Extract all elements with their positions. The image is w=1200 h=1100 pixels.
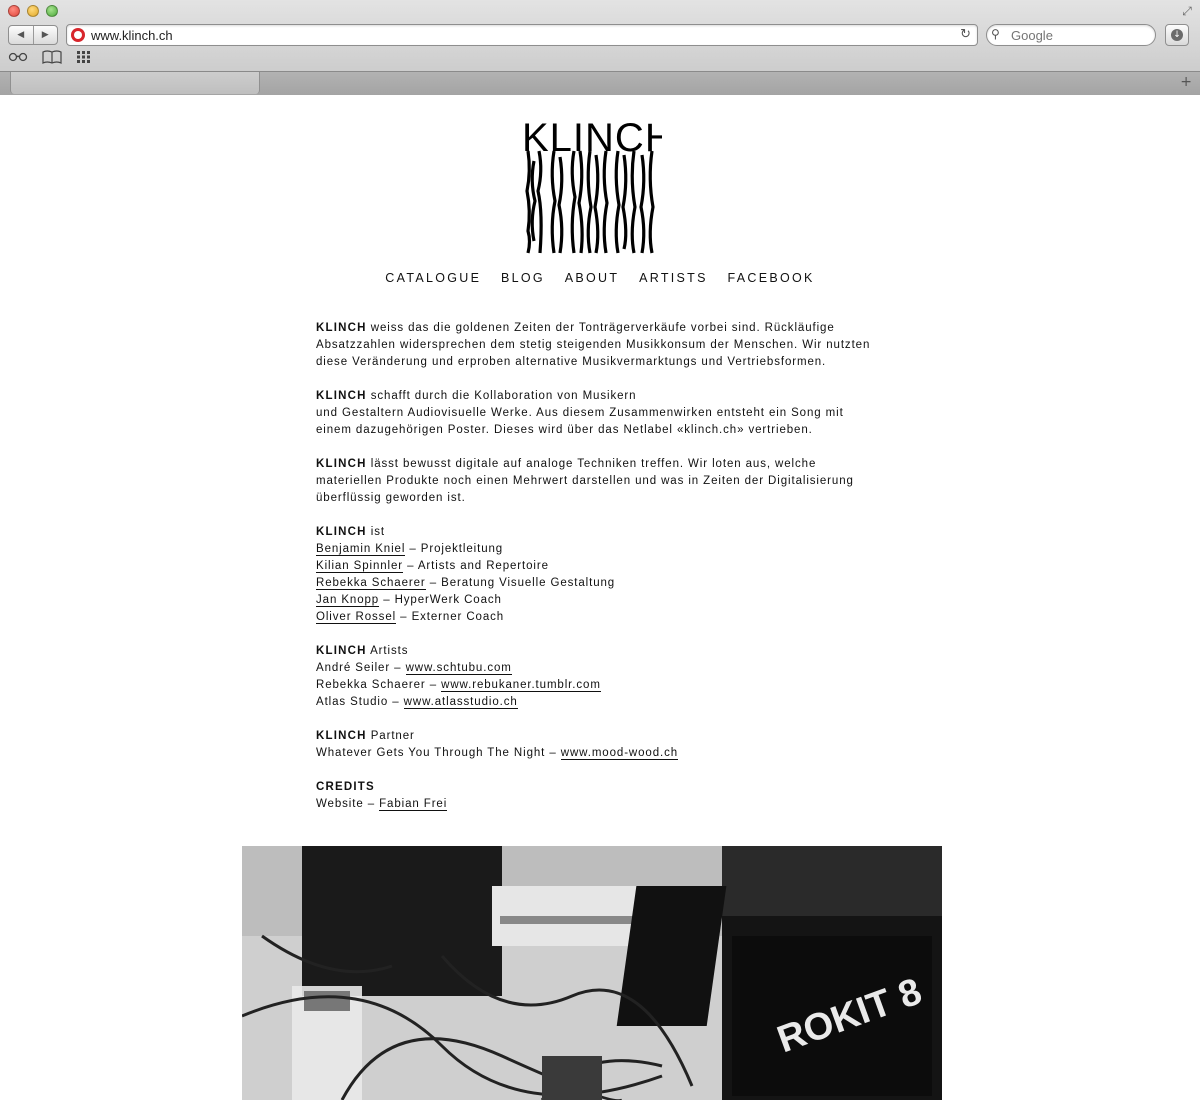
fullscreen-icon[interactable]: ⤢ xyxy=(1180,4,1194,18)
studio-photo: ROKIT 8 xyxy=(242,846,942,1100)
team-member-link[interactable]: Benjamin Kniel xyxy=(316,543,406,556)
credits-author-link[interactable]: Fabian Frei xyxy=(379,798,448,811)
brand-name: KLINCH xyxy=(316,390,367,402)
artist-website-link[interactable]: www.rebukaner.tumblr.com xyxy=(441,679,601,692)
bookmarks-bar xyxy=(8,50,92,66)
brand-name: KLINCH xyxy=(316,645,367,657)
nav-blog[interactable]: BLOG xyxy=(501,271,545,285)
partner-name: Whatever Gets You Through The Night – xyxy=(316,747,561,759)
tab-bar: + xyxy=(0,71,1200,95)
team-member-link[interactable]: Oliver Rossel xyxy=(316,611,397,624)
paragraph-text: schafft durch die Kollaboration von Musi… xyxy=(366,390,637,402)
nav-artists[interactable]: ARTISTS xyxy=(639,271,708,285)
team-member-role: – Projektleitung xyxy=(405,543,504,555)
team-member-link[interactable]: Jan Knopp xyxy=(316,594,380,607)
top-sites-grid-icon[interactable] xyxy=(76,50,92,66)
partner-heading-suffix: Partner xyxy=(366,730,415,742)
nav-facebook[interactable]: FACEBOOK xyxy=(728,271,815,285)
browser-chrome: ⤢ ◀ ▶ www.klinch.ch ↻ ⚲ ↓ + xyxy=(0,0,1200,95)
brand-name: KLINCH xyxy=(316,458,367,470)
minimize-window-button[interactable] xyxy=(27,5,39,17)
partner-website-link[interactable]: www.mood-wood.ch xyxy=(560,747,679,760)
analog-digital-paragraph: KLINCH lässt bewusst digitale auf analog… xyxy=(316,456,876,507)
back-button[interactable]: ◀ xyxy=(9,26,33,44)
credits-label: Website – xyxy=(316,798,380,810)
collaboration-paragraph: KLINCH schafft durch die Kollaboration v… xyxy=(316,388,876,439)
search-input[interactable] xyxy=(1011,28,1147,43)
team-member-link[interactable]: Kilian Spinnler xyxy=(316,560,404,573)
forward-button[interactable]: ▶ xyxy=(32,26,58,44)
credits-heading: CREDITS xyxy=(316,781,375,793)
about-content: KLINCH weiss das die goldenen Zeiten der… xyxy=(316,320,876,830)
zoom-window-button[interactable] xyxy=(46,5,58,17)
paragraph-text: weiss das die goldenen Zeiten der Tonträ… xyxy=(316,322,871,368)
nav-about[interactable]: ABOUT xyxy=(565,271,620,285)
intro-paragraph: KLINCH weiss das die goldenen Zeiten der… xyxy=(316,320,876,371)
paragraph-text: lässt bewusst digitale auf analoge Techn… xyxy=(316,458,854,504)
address-bar[interactable]: www.klinch.ch ↻ xyxy=(66,24,978,46)
credits-section: CREDITS Website – Fabian Frei xyxy=(316,779,876,813)
team-member-role: – Beratung Visuelle Gestaltung xyxy=(425,577,616,589)
artist-name: André Seiler – xyxy=(316,662,406,674)
window-controls xyxy=(8,5,58,17)
artists-section: KLINCH Artists André Seiler – www.schtub… xyxy=(316,643,876,711)
paragraph-text: und Gestaltern Audiovisuelle Werke. Aus … xyxy=(316,407,844,436)
artist-website-link[interactable]: www.atlasstudio.ch xyxy=(403,696,518,709)
team-member-role: – Externer Coach xyxy=(396,611,505,623)
brand-name: KLINCH xyxy=(316,526,367,538)
nav-catalogue[interactable]: CATALOGUE xyxy=(385,271,481,285)
artists-heading-suffix: Artists xyxy=(366,645,409,657)
brand-name: KLINCH xyxy=(316,730,367,742)
history-buttons: ◀ ▶ xyxy=(8,25,58,45)
klinch-logo[interactable]: KLINCH xyxy=(522,121,662,257)
team-member-link[interactable]: Rebekka Schaerer xyxy=(316,577,426,590)
artist-website-link[interactable]: www.schtubu.com xyxy=(405,662,512,675)
reading-list-icon[interactable] xyxy=(8,50,28,66)
address-text[interactable]: www.klinch.ch xyxy=(91,28,173,43)
bookmarks-book-icon[interactable] xyxy=(42,50,62,66)
team-member-role: – HyperWerk Coach xyxy=(379,594,502,606)
download-icon: ↓ xyxy=(1171,29,1183,41)
artist-name: Rebekka Schaerer – xyxy=(316,679,442,691)
partner-section: KLINCH Partner Whatever Gets You Through… xyxy=(316,728,876,762)
search-field[interactable]: ⚲ xyxy=(986,24,1156,46)
reload-icon[interactable]: ↻ xyxy=(960,27,971,42)
logo-distorted-letters xyxy=(525,150,655,254)
main-navigation: CATALOGUE BLOG ABOUT ARTISTS FACEBOOK xyxy=(0,271,1200,285)
site-favicon-icon xyxy=(71,28,85,42)
team-member-role: – Artists and Repertoire xyxy=(403,560,549,572)
web-page: KLINCH CATALOGUE BLOG ABOUT ARTISTS FACE… xyxy=(0,95,1200,1100)
new-tab-icon[interactable]: + xyxy=(1180,74,1192,90)
team-heading-suffix: ist xyxy=(366,526,385,538)
brand-name: KLINCH xyxy=(316,322,367,334)
downloads-button[interactable]: ↓ xyxy=(1165,24,1189,46)
studio-photo-image: ROKIT 8 xyxy=(242,846,942,1100)
search-icon[interactable]: ⚲ xyxy=(991,27,1000,41)
close-window-button[interactable] xyxy=(8,5,20,17)
artist-name: Atlas Studio – xyxy=(316,696,404,708)
team-section: KLINCH ist Benjamin Kniel – Projektleitu… xyxy=(316,524,876,626)
tab-klinch[interactable] xyxy=(10,72,260,94)
